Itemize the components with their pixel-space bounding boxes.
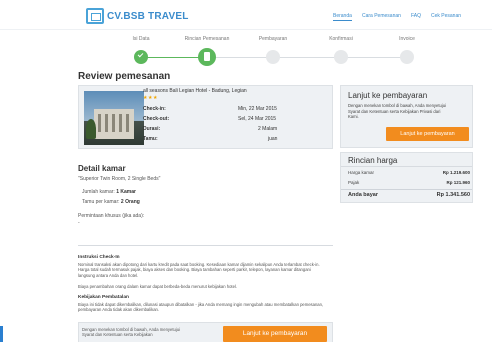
top-navbar: CV.BSB TRAVEL Beranda Cara Pemesanan FAQ… [0, 0, 492, 30]
price-panel-title: Rincian harga [348, 156, 398, 165]
continue-panel-terms: Dengan menekan tombol di bawah, Anda men… [348, 103, 447, 119]
duration-value: 2 Malam [258, 126, 278, 132]
step-rincian-pemesanan [198, 48, 216, 66]
step-konfirmasi [334, 50, 348, 64]
logo-text: CV.BSB TRAVEL [107, 10, 189, 22]
special-request-label: Permintaan khusus (jika ada): [78, 213, 145, 219]
nav-cara-pemesanan[interactable]: Cara Pemesanan [362, 13, 401, 19]
step-label-isi-data: Isi Data [132, 36, 150, 42]
page-title: Review pemesanan [78, 71, 171, 82]
room-type: "Superior Twin Room, 2 Single Beds" [78, 176, 161, 182]
guest-label: Tamu: [143, 136, 158, 142]
hotel-name: all seasons Bali Legian Hotel - Badung, … [143, 88, 247, 94]
step-invoice [400, 50, 414, 64]
checkout-value: Sel, 24 Mar 2015 [238, 116, 277, 122]
continue-to-payment-button[interactable]: Lanjut ke pembayaran [386, 127, 469, 141]
room-price-label: Harga kamar [348, 170, 375, 175]
price-panel-divider [341, 166, 472, 167]
continue-panel-title: Lanjut ke pembayaran [348, 91, 428, 100]
checkin-label: Check-in: [143, 106, 166, 112]
tree-shape [86, 119, 96, 139]
total-divider [341, 189, 472, 190]
checkin-instructions-title: Instruksi Check-In [78, 255, 120, 260]
bottom-terms-text: Dengan menekan tombol di bawah, Anda men… [82, 327, 181, 338]
side-scroll-marker [0, 326, 3, 342]
extra-person-text: Biaya penambahan orang dalam kamar dapat… [78, 284, 237, 289]
step-label-invoice: Invoice [399, 36, 415, 42]
total-value: Rp 1.341.560 [436, 192, 470, 198]
booking-stepper: Isi Data Rincian Pemesanan Pembayaran Ko… [0, 30, 492, 68]
step-label-rincian: Rincian Pemesanan [184, 36, 230, 42]
logo-icon [86, 8, 104, 24]
step-connector [207, 57, 407, 58]
brand-logo[interactable]: CV.BSB TRAVEL [86, 8, 189, 24]
cancellation-policy-title: Kebijakan Pembatalan [78, 295, 129, 300]
document-icon [204, 52, 210, 61]
cancellation-policy-text: Biaya ini tidak dapat dikembalikan, dilu… [78, 302, 324, 313]
check-icon [137, 51, 144, 58]
nav-faq[interactable]: FAQ [411, 13, 421, 19]
room-section-title: Detail kamar [78, 164, 126, 173]
total-label: Anda bayar [348, 192, 378, 198]
checkout-label: Check-out: [143, 116, 170, 122]
checkin-value: Min, 22 Mar 2015 [238, 106, 277, 112]
duration-label: Durasi: [143, 126, 161, 132]
special-request-value: - [78, 220, 80, 226]
tax-label: Pajak [348, 180, 360, 185]
nav-cek-pesanan[interactable]: Cek Pesanan [431, 13, 461, 19]
step-isi-data [134, 50, 148, 64]
nav-beranda[interactable]: Beranda [333, 13, 352, 21]
step-label-konfirmasi: Konfirmasi [329, 36, 353, 42]
star-rating-icon: ★★★ [143, 95, 158, 101]
step-pembayaran [266, 50, 280, 64]
room-price-value: Rp 1.219.600 [442, 170, 470, 175]
hotel-building-shape [94, 109, 134, 139]
step-label-pembayaran: Pembayaran [258, 36, 288, 42]
tax-value: Rp 121.960 [446, 180, 470, 185]
guest-value: juan [268, 136, 278, 142]
section-divider [78, 245, 333, 246]
checkin-instructions-text: Nominal transaksi akan dipotong dari kar… [78, 262, 320, 278]
room-count: Jumlah kamar: 1 Kamar [82, 189, 136, 195]
hotel-summary-card [78, 85, 333, 149]
bottom-continue-button[interactable]: Lanjut ke pembayaran [223, 326, 327, 342]
guests-per-room: Tamu per kamar: 2 Orang [82, 199, 140, 205]
hotel-photo [84, 91, 144, 145]
